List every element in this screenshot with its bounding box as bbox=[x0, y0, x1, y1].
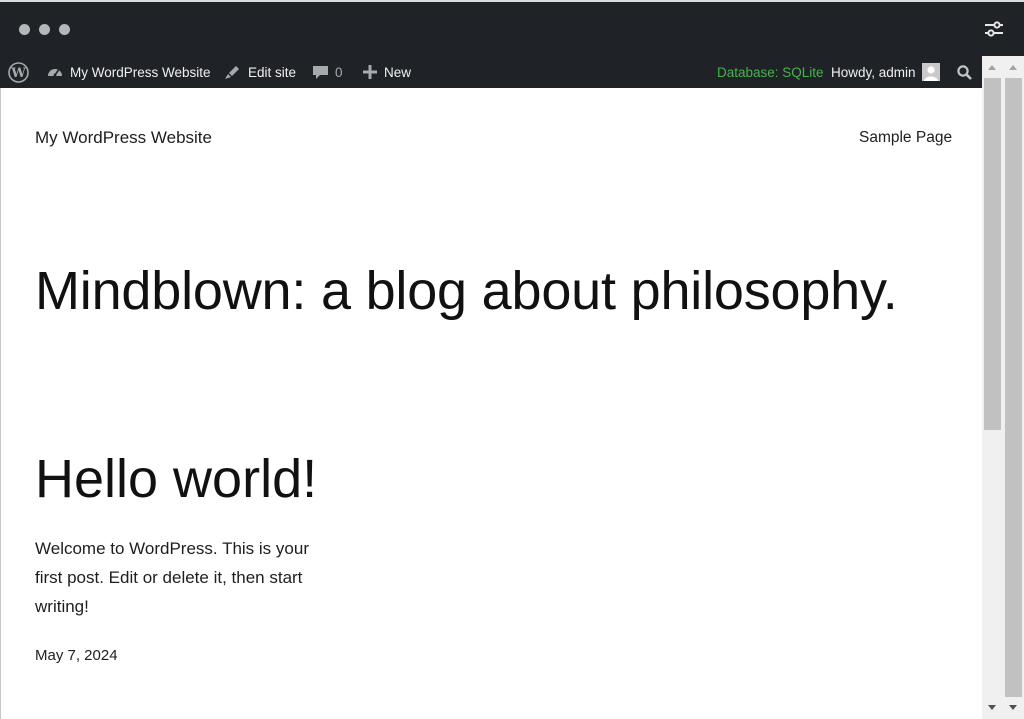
window-dot-1[interactable] bbox=[19, 24, 30, 35]
page-scrollbar[interactable] bbox=[982, 78, 1003, 719]
sliders-icon[interactable] bbox=[982, 18, 1006, 40]
wp-admin-bar: W My WordPress Website Edit site 0 New D… bbox=[0, 56, 982, 88]
window-controls bbox=[19, 24, 70, 35]
scroll-down-arrow-inner[interactable] bbox=[988, 705, 996, 710]
new-label: New bbox=[384, 64, 412, 80]
adminbar-site-name: My WordPress Website bbox=[70, 64, 211, 80]
comment-bubble-icon bbox=[312, 64, 329, 81]
adminbar-new-content[interactable]: New bbox=[362, 56, 411, 88]
post-excerpt: Welcome to WordPress. This is your first… bbox=[35, 539, 309, 616]
page-scrollbar-thumb[interactable] bbox=[984, 78, 1001, 430]
site-tagline: Mindblown: a blog about philosophy. bbox=[35, 261, 898, 321]
scroll-up-arrow[interactable] bbox=[1009, 65, 1017, 70]
window-dot-3[interactable] bbox=[59, 24, 70, 35]
window-titlebar bbox=[0, 0, 1024, 56]
scroll-down-arrow[interactable] bbox=[1009, 705, 1017, 710]
avatar bbox=[921, 63, 940, 81]
scroll-up-arrow-inner[interactable] bbox=[988, 65, 996, 70]
site-title-link[interactable]: My WordPress Website bbox=[35, 128, 212, 148]
adminbar-edit-site[interactable]: Edit site bbox=[222, 56, 296, 88]
adminbar-my-account[interactable]: Howdy, admin bbox=[831, 56, 940, 88]
svg-text:W: W bbox=[10, 66, 26, 81]
wordpress-logo-button[interactable]: W bbox=[8, 56, 29, 88]
window-scrollbar[interactable] bbox=[1003, 56, 1024, 719]
site-page: My WordPress Website Sample Page Mindblo… bbox=[0, 88, 982, 719]
nav-sample-page[interactable]: Sample Page bbox=[859, 129, 952, 147]
howdy-greeting: Howdy, admin bbox=[831, 64, 916, 80]
post-title-link[interactable]: Hello world! bbox=[35, 448, 317, 510]
dashboard-gauge-icon bbox=[46, 63, 64, 81]
comments-count: 0 bbox=[335, 64, 343, 80]
wordpress-logo-icon: W bbox=[8, 61, 29, 83]
edit-site-label: Edit site bbox=[248, 64, 297, 80]
plus-icon bbox=[362, 64, 378, 80]
window-dot-2[interactable] bbox=[39, 24, 50, 35]
adminbar-site-link[interactable]: My WordPress Website bbox=[46, 56, 211, 88]
database-label: Database: SQLite bbox=[717, 64, 824, 80]
adminbar-comments[interactable]: 0 bbox=[312, 56, 343, 88]
window-scrollbar-thumb[interactable] bbox=[1005, 78, 1022, 697]
window-border bbox=[0, 0, 1024, 2]
adminbar-search[interactable] bbox=[956, 56, 973, 88]
adminbar-database-info[interactable]: Database: SQLite bbox=[717, 56, 824, 88]
post-date[interactable]: May 7, 2024 bbox=[35, 647, 118, 664]
search-icon bbox=[956, 64, 973, 81]
brush-icon bbox=[222, 63, 242, 81]
